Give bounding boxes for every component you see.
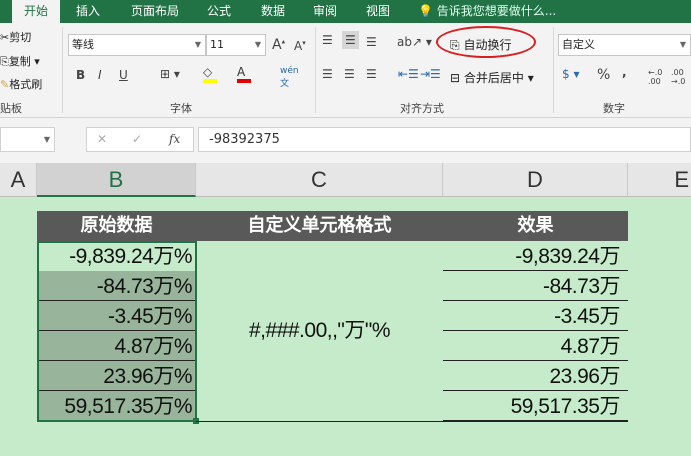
annotation-ellipse (436, 26, 536, 58)
tab-insert[interactable]: 插入 (64, 0, 112, 23)
tab-formulas[interactable]: 公式 (196, 0, 242, 23)
phonetic-icon[interactable]: wén 文 (280, 66, 299, 89)
alignment-group-label: 对齐方式 (400, 102, 444, 115)
ribbon-tabs: 开始 插入 页面布局 公式 数据 审阅 视图 💡 告诉我您想要做什么... (0, 0, 691, 23)
align-left-icon[interactable]: ☰ (322, 67, 333, 81)
selection-border (37, 241, 197, 422)
cancel-icon[interactable]: ✕ (97, 132, 107, 146)
percent-button[interactable]: % (597, 67, 610, 83)
font-name-value: 等线 (72, 38, 94, 51)
copy-button[interactable]: ⎘复制 ▾ (0, 53, 40, 69)
align-middle-icon[interactable]: ☰ (342, 31, 359, 49)
column-header-b[interactable]: B (37, 163, 196, 197)
merge-icon: ⊟ (450, 71, 461, 85)
increase-decimal-icon[interactable]: ←.0.00 (648, 68, 662, 86)
font-name-select[interactable]: 等线 ▼ (68, 34, 206, 56)
header-format: 自定义单元格格式 (196, 211, 443, 241)
underline-button[interactable]: U (119, 68, 128, 82)
increase-indent-icon[interactable]: ⇥☰ (420, 67, 441, 81)
header-result: 效果 (443, 211, 628, 241)
clipboard-group-label: 贴板 (0, 102, 22, 115)
cut-button[interactable]: ✂剪切 (0, 29, 31, 45)
align-center-icon[interactable]: ☰ (344, 67, 355, 81)
name-box[interactable]: ▼ (0, 127, 55, 152)
ribbon: ✂剪切 ⎘复制 ▾ ✎格式刷 贴板 等线 ▼ 11 ▼ A▴ A▾ B I U ⊞ … (0, 23, 691, 118)
decrease-indent-icon[interactable]: ⇤☰ (398, 67, 419, 81)
bold-button[interactable]: B (76, 68, 85, 82)
table-bottom-border (196, 421, 628, 422)
result-cell[interactable]: -9,839.24万 (443, 241, 628, 271)
result-cell[interactable]: 59,517.35万 (443, 391, 628, 421)
format-cell[interactable]: #,###.00,,"万"% (196, 315, 443, 345)
comma-button[interactable]: , (622, 65, 627, 79)
align-right-icon[interactable]: ☰ (366, 67, 377, 81)
tab-home[interactable]: 开始 (12, 0, 60, 23)
column-header-e[interactable]: E (628, 163, 691, 197)
cut-label: 剪切 (9, 31, 32, 44)
copy-icon: ⎘ (0, 55, 9, 68)
column-header-c[interactable]: C (196, 163, 443, 197)
chevron-down-icon: ▼ (194, 40, 201, 49)
function-icon[interactable]: fx (169, 132, 180, 146)
brush-icon: ✎ (0, 78, 10, 91)
scissors-icon: ✂ (0, 31, 10, 44)
column-header-a[interactable]: A (0, 163, 37, 197)
number-format-value: 自定义 (562, 38, 595, 51)
result-cell[interactable]: 4.87万 (443, 331, 628, 361)
tell-me-box[interactable]: 💡 告诉我您想要做什么... (418, 0, 568, 23)
fill-color-icon[interactable]: ◇ (203, 65, 217, 83)
column-headers: A B C D E (0, 163, 691, 197)
result-cell[interactable]: -3.45万 (443, 301, 628, 331)
merge-center-label: 合并后居中 (463, 71, 524, 85)
number-format-select[interactable]: 自定义 ▼ (558, 34, 691, 56)
tab-view[interactable]: 视图 (355, 0, 401, 23)
font-size-value: 11 (210, 38, 224, 51)
tab-page-layout[interactable]: 页面布局 (120, 0, 190, 23)
tell-me-text: 告诉我您想要做什么... (436, 4, 557, 18)
result-cell[interactable]: 23.96万 (443, 361, 628, 391)
tab-review[interactable]: 审阅 (302, 0, 348, 23)
borders-icon[interactable]: ⊞ ▾ (160, 67, 180, 81)
chevron-down-icon: ▼ (43, 135, 50, 144)
format-painter-button[interactable]: ✎格式刷 (0, 76, 42, 92)
font-group-label: 字体 (170, 102, 192, 115)
chevron-down-icon: ▼ (254, 40, 261, 49)
decrease-decimal-icon[interactable]: .00 →.0 (671, 68, 685, 86)
currency-icon[interactable]: $ ▾ (562, 67, 579, 81)
result-cell[interactable]: -84.73万 (443, 271, 628, 301)
italic-button[interactable]: I (98, 68, 102, 82)
number-group-label: 数字 (603, 102, 625, 115)
merge-center-button[interactable]: ⊟ 合并后居中 ▾ (450, 69, 534, 86)
header-original: 原始数据 (37, 211, 196, 241)
copy-label: 复制 (8, 55, 31, 68)
formula-controls: ✕ ✓ fx (86, 127, 194, 152)
font-color-icon[interactable]: A (237, 65, 251, 83)
tab-data[interactable]: 数据 (250, 0, 296, 23)
align-top-icon[interactable]: ☰ (322, 33, 333, 47)
lightbulb-icon: 💡 (418, 4, 433, 18)
font-size-select[interactable]: 11 ▼ (206, 34, 266, 56)
orientation-icon[interactable]: ab↗ ▾ (397, 35, 432, 49)
format-painter-label: 格式刷 (9, 78, 43, 91)
align-bottom-icon[interactable]: ☰ (366, 35, 377, 49)
chevron-down-icon: ▼ (679, 40, 686, 49)
column-header-d[interactable]: D (443, 163, 628, 197)
formula-input[interactable]: -98392375 (198, 127, 691, 152)
decrease-font-icon[interactable]: A▾ (294, 39, 306, 53)
enter-icon[interactable]: ✓ (132, 132, 142, 146)
formula-bar: ▼ ✕ ✓ fx -98392375 (0, 118, 691, 163)
increase-font-icon[interactable]: A▴ (272, 37, 285, 53)
